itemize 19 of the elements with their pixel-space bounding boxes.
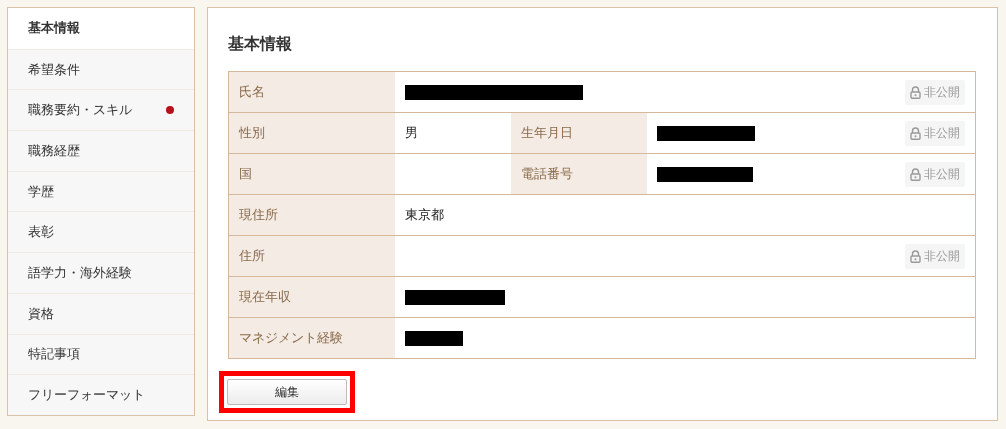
row-label: 電話番号 [511,154,647,194]
row-label: 氏名 [229,72,395,112]
row-label: 生年月日 [511,113,647,153]
lock-icon [910,85,921,99]
lock-icon [910,249,921,263]
edit-button[interactable]: 編集 [227,379,347,405]
field-value: 東京都 [405,206,444,224]
section-title: 基本情報 [228,34,293,55]
row-label: 国 [229,154,395,194]
row-label: マネジメント経験 [229,318,395,358]
lock-icon [910,126,921,140]
row-label: 性別 [229,113,395,153]
row-label: 住所 [229,236,395,276]
row-label: 現在年収 [229,277,395,317]
lock-icon [910,167,921,181]
field-value: 男 [405,124,418,142]
row-label: 現住所 [229,195,395,235]
sidebar-item[interactable]: 基本情報 [8,8,194,49]
redaction-bar [405,330,463,346]
